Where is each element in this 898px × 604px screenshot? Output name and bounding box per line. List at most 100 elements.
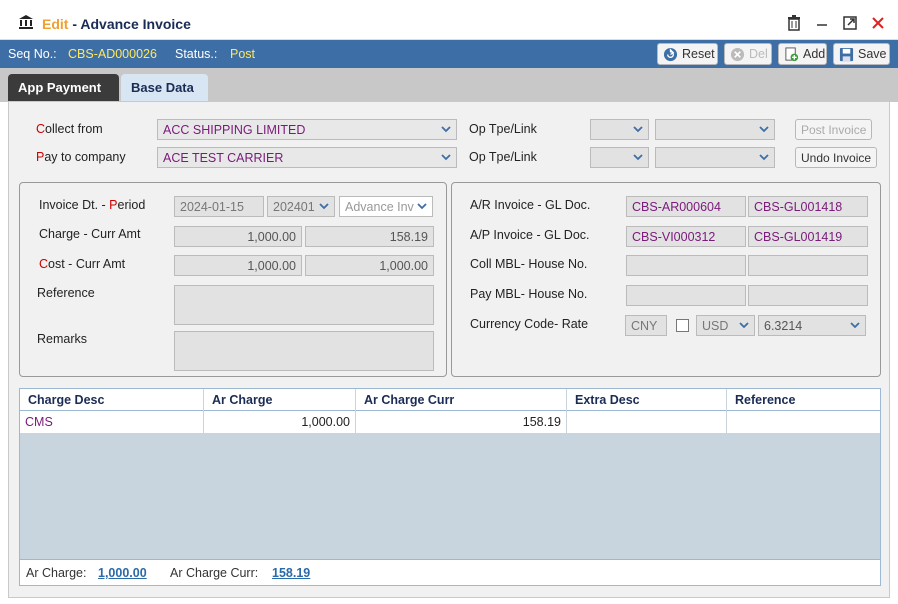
chevron-down-icon — [738, 319, 750, 331]
charge-curr-amount-field[interactable]: 158.19 — [305, 226, 434, 247]
add-button[interactable]: Add — [778, 43, 827, 65]
ar-charge-curr-total-value[interactable]: 158.19 — [272, 566, 310, 580]
ar-charge-curr-total-label: Ar Charge Curr: — [170, 566, 259, 580]
refresh-icon — [663, 47, 678, 62]
reference-label: Reference — [37, 286, 95, 300]
invoice-date-label: Invoice Dt. - Period — [39, 198, 146, 212]
del-button[interactable]: Del — [724, 43, 772, 65]
reset-label: Reset — [682, 47, 715, 61]
reference-textarea[interactable] — [174, 285, 434, 325]
op-link-select[interactable] — [655, 119, 775, 140]
column-header-extra-desc[interactable]: Extra Desc — [567, 389, 727, 411]
pay-mbl-field[interactable] — [626, 285, 746, 306]
chevron-down-icon — [318, 200, 330, 212]
save-button[interactable]: Save — [833, 43, 890, 65]
cell-extra-desc — [567, 411, 727, 433]
pay-mbl-label: Pay MBL- House No. — [470, 287, 588, 301]
period-value: 202401 — [273, 200, 315, 214]
advance-invoice-placeholder: Advance Inv — [345, 200, 414, 214]
add-label: Add — [803, 47, 826, 61]
maximize-icon[interactable] — [842, 15, 858, 31]
chevron-down-icon — [758, 123, 770, 135]
chevron-down-icon — [632, 123, 644, 135]
op-type-select[interactable] — [590, 147, 649, 168]
op-link-select[interactable] — [655, 147, 775, 168]
chevron-down-icon — [632, 151, 644, 163]
column-header-reference[interactable]: Reference — [727, 389, 880, 411]
remarks-label: Remarks — [37, 332, 88, 346]
cell-reference — [727, 411, 880, 433]
collect-from-value: ACC SHIPPING LIMITED — [163, 123, 306, 137]
ar-charge-total-label: Ar Charge: — [26, 566, 87, 580]
save-label: Save — [858, 47, 887, 61]
ap-invoice-label: A/P Invoice - GL Doc. — [470, 228, 590, 242]
cost-amount-field[interactable]: 1,000.00 — [174, 255, 302, 276]
post-invoice-button[interactable]: Post Invoice — [795, 119, 873, 140]
status-value: Post — [230, 47, 256, 61]
pay-to-company-select[interactable]: ACE TEST CARRIER — [157, 147, 457, 168]
add-document-icon — [784, 47, 799, 62]
currency-select-value: USD — [702, 319, 729, 333]
chevron-down-icon — [758, 151, 770, 163]
seq-no-value: CBS-AD000026 — [68, 47, 157, 61]
ap-invoice-field[interactable]: CBS-VI000312 — [626, 226, 746, 247]
window-title: Edit - Advance Invoice — [42, 16, 191, 32]
pay-to-company-value: ACE TEST CARRIER — [163, 151, 284, 165]
op-type-label: Op Tpe/Link — [469, 122, 537, 136]
tab-app-payment[interactable]: App Payment — [8, 74, 119, 102]
close-icon[interactable] — [870, 15, 886, 31]
grid-header: Charge Desc Ar Charge Ar Charge Curr Ext… — [20, 389, 880, 411]
table-row[interactable]: CMS 1,000.00 158.19 — [20, 411, 880, 433]
currency-code-field[interactable]: CNY — [625, 315, 667, 336]
currency-rate-label: Currency Code- Rate — [470, 317, 589, 331]
charges-grid: Charge Desc Ar Charge Ar Charge Curr Ext… — [19, 388, 881, 586]
charge-label: Charge - Curr Amt — [39, 227, 141, 241]
ar-charge-total-value[interactable]: 1,000.00 — [98, 566, 147, 580]
column-header-ar-charge-curr[interactable]: Ar Charge Curr — [356, 389, 567, 411]
trash-icon[interactable] — [786, 15, 802, 31]
window-title-text: - Advance Invoice — [68, 16, 191, 32]
ar-gl-doc-field[interactable]: CBS-GL001418 — [748, 196, 868, 217]
advance-invoice-select[interactable]: Advance Inv — [339, 196, 433, 217]
currency-checkbox[interactable] — [676, 319, 689, 332]
minimize-icon[interactable] — [814, 15, 830, 31]
edit-mode-label: Edit — [42, 16, 69, 32]
reset-button[interactable]: Reset — [657, 43, 718, 65]
coll-mbl-field[interactable] — [626, 255, 746, 276]
chevron-down-icon — [416, 200, 428, 212]
pay-house-field[interactable] — [748, 285, 868, 306]
chevron-down-icon — [440, 123, 452, 135]
seq-no-label: Seq No.: — [8, 47, 57, 61]
collect-from-select[interactable]: ACC SHIPPING LIMITED — [157, 119, 457, 140]
currency-select[interactable]: USD — [696, 315, 755, 336]
bank-icon — [18, 14, 34, 30]
invoice-date-field[interactable]: 2024-01-15 — [174, 196, 264, 217]
ar-invoice-label: A/R Invoice - GL Doc. — [470, 198, 591, 212]
ar-invoice-field[interactable]: CBS-AR000604 — [626, 196, 746, 217]
rate-select[interactable]: 6.3214 — [758, 315, 866, 336]
grid-footer: Ar Charge: 1,000.00 Ar Charge Curr: 158.… — [20, 559, 880, 585]
cell-ar-charge: 1,000.00 — [204, 411, 356, 433]
ap-gl-doc-field[interactable]: CBS-GL001419 — [748, 226, 868, 247]
coll-mbl-label: Coll MBL- House No. — [470, 257, 588, 271]
remarks-textarea[interactable] — [174, 331, 434, 371]
period-select[interactable]: 202401 — [267, 196, 335, 217]
tab-base-data[interactable]: Base Data — [121, 74, 208, 102]
op-type-label: Op Tpe/Link — [469, 150, 537, 164]
cost-curr-amount-field[interactable]: 1,000.00 — [305, 255, 434, 276]
rate-value: 6.3214 — [764, 319, 803, 333]
charge-amount-field[interactable]: 1,000.00 — [174, 226, 302, 247]
column-header-ar-charge[interactable]: Ar Charge — [204, 389, 356, 411]
op-type-select[interactable] — [590, 119, 649, 140]
collect-from-label: Collect from — [36, 122, 103, 136]
undo-invoice-button[interactable]: Undo Invoice — [795, 147, 878, 168]
cell-ar-charge-curr: 158.19 — [356, 411, 567, 433]
delete-icon — [730, 47, 745, 62]
column-header-charge-desc[interactable]: Charge Desc — [20, 389, 204, 411]
cell-charge-desc: CMS — [20, 411, 204, 433]
window-titlebar: Edit - Advance Invoice — [0, 0, 898, 40]
chevron-down-icon — [849, 319, 861, 331]
coll-house-field[interactable] — [748, 255, 868, 276]
save-disk-icon — [839, 47, 854, 62]
pay-to-company-label: Pay to company — [36, 150, 126, 164]
